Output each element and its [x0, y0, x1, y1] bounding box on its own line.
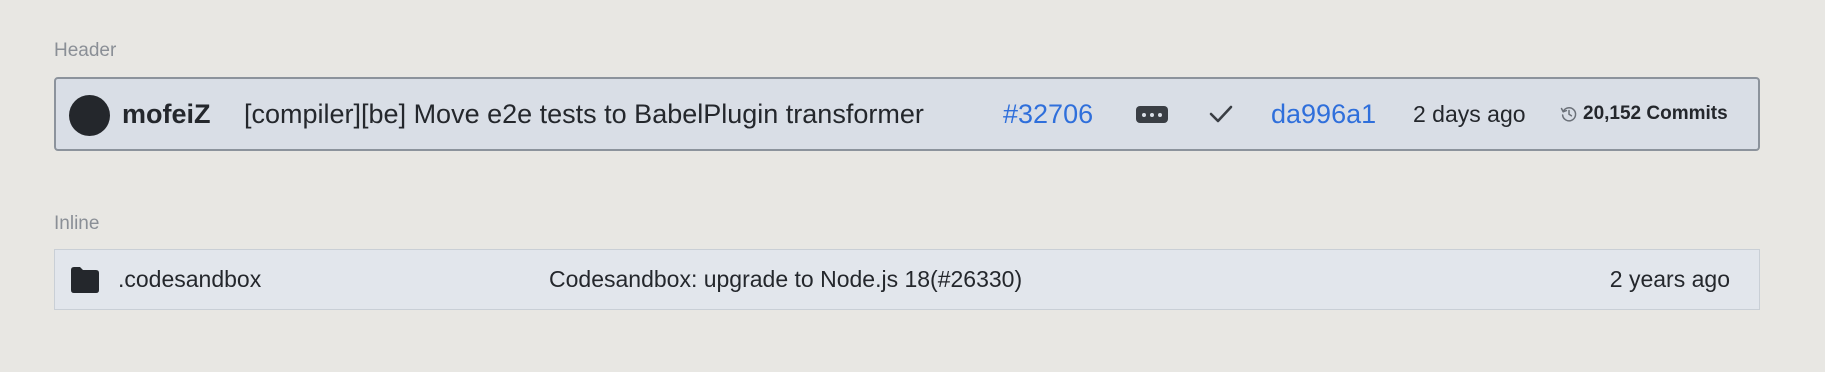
section-label-header: Header	[54, 40, 117, 61]
commits-count: 20,152 Commits	[1583, 103, 1728, 124]
commit-message-link[interactable]: [compiler][be] Move e2e tests to BabelPl…	[244, 79, 924, 149]
history-icon	[1560, 107, 1577, 122]
file-row[interactable]: .codesandbox Codesandbox: upgrade to Nod…	[54, 249, 1760, 310]
file-commit-message-link[interactable]: Codesandbox: upgrade to Node.js 18(#2633…	[549, 250, 1022, 309]
pr-link[interactable]: #32706	[1003, 79, 1093, 149]
commit-sha-link[interactable]: da996a1	[1271, 79, 1376, 149]
ellipsis-dot	[1158, 112, 1162, 117]
commit-header-bar: mofeiZ [compiler][be] Move e2e tests to …	[54, 77, 1760, 151]
check-icon[interactable]	[1208, 101, 1234, 127]
ellipsis-dot	[1142, 112, 1146, 117]
author-link[interactable]: mofeiZ	[122, 79, 211, 149]
folder-icon	[71, 267, 99, 293]
expand-message-button[interactable]	[1136, 106, 1168, 123]
ellipsis-dot	[1150, 112, 1154, 117]
commits-history-link[interactable]: 20,152 Commits	[1560, 79, 1728, 149]
file-commit-time: 2 years ago	[1609, 266, 1730, 292]
avatar[interactable]	[69, 95, 110, 136]
file-name-link[interactable]: .codesandbox	[118, 250, 261, 309]
section-label-inline: Inline	[54, 213, 100, 234]
commit-time: 2 days ago	[1413, 101, 1526, 127]
